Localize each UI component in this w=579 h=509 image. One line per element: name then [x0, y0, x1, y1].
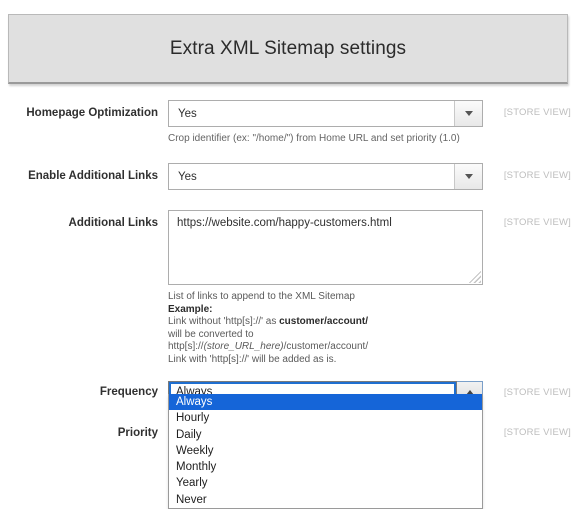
help-additional-links: List of links to append to the XML Sitem… [168, 291, 498, 367]
frequency-option[interactable]: Never [169, 492, 482, 508]
scope-enable-additional-links: [STORE VIEW] [503, 170, 571, 181]
frequency-option[interactable]: Hourly [169, 410, 482, 426]
chevron-down-glyph [464, 111, 473, 116]
select-enable-additional-links[interactable]: Yes [168, 163, 483, 190]
select-homepage-optimization[interactable]: Yes [168, 100, 483, 127]
help-line-4-suffix: /customer/account/ [283, 341, 369, 353]
frequency-option[interactable]: Yearly [169, 475, 482, 491]
help-line-4-placeholder: (store_URL_here) [203, 341, 284, 353]
chevron-down-glyph [464, 174, 473, 179]
frequency-option[interactable]: Always [169, 394, 482, 411]
field-row-homepage-optimization: Homepage Optimization Yes Crop identifie… [0, 100, 579, 145]
help-line-3: will be converted to [168, 328, 254, 340]
frequency-option[interactable]: Monthly [169, 459, 482, 475]
chevron-down-icon[interactable] [454, 164, 482, 189]
label-enable-additional-links: Enable Additional Links [28, 170, 158, 182]
select-homepage-optimization-value: Yes [178, 107, 197, 120]
scope-frequency: [STORE VIEW] [503, 386, 571, 398]
label-homepage-optimization: Homepage Optimization [26, 107, 158, 119]
help-line-2-path: customer/account/ [279, 316, 369, 328]
label-frequency: Frequency [99, 385, 158, 398]
additional-links-textarea[interactable]: https://website.com/happy-customers.html [168, 210, 483, 285]
section-header[interactable]: Extra XML Sitemap settings [8, 14, 568, 84]
help-line-4: http[s]://(store_URL_here)/customer/acco… [168, 341, 498, 354]
chevron-down-icon[interactable] [454, 101, 482, 126]
help-line-1: List of links to append to the XML Sitem… [168, 291, 355, 302]
control-homepage-optimization: Yes Crop identifier (ex: "/home/") from … [168, 100, 579, 145]
hint-homepage-optimization: Crop identifier (ex: "/home/") from Home… [168, 133, 460, 144]
frequency-option[interactable]: Daily [169, 427, 482, 443]
label-additional-links: Additional Links [68, 217, 158, 229]
resize-grip-icon[interactable] [469, 271, 481, 283]
frequency-option[interactable]: Weekly [169, 443, 482, 459]
additional-links-value: https://website.com/happy-customers.html [177, 217, 392, 229]
scope-homepage-optimization: [STORE VIEW] [503, 107, 571, 118]
help-line-5: Link with 'http[s]://' will be added as … [168, 353, 337, 365]
help-line-2: Link without 'http[s]://' as customer/ac… [168, 316, 498, 329]
field-row-additional-links: Additional Links https://website.com/hap… [0, 210, 579, 367]
frequency-dropdown-list[interactable]: Always Hourly Daily Weekly Monthly Yearly Neve… [168, 394, 483, 509]
field-row-enable-additional-links: Enable Additional Links Yes [STORE VIEW] [0, 163, 579, 190]
control-enable-additional-links: Yes [STORE VIEW] [168, 163, 579, 190]
control-additional-links: https://website.com/happy-customers.html… [168, 210, 579, 367]
help-line-2-prefix: Link without 'http[s]://' as [168, 316, 280, 328]
scope-additional-links: [STORE VIEW] [503, 217, 571, 228]
scope-priority: [STORE VIEW] [503, 426, 571, 438]
help-example-label: Example: [168, 303, 213, 315]
page-title: Extra XML Sitemap settings [169, 37, 407, 59]
label-priority: Priority [117, 426, 158, 439]
help-line-4-prefix: http[s]:// [168, 341, 204, 353]
select-enable-additional-links-value: Yes [178, 170, 197, 183]
